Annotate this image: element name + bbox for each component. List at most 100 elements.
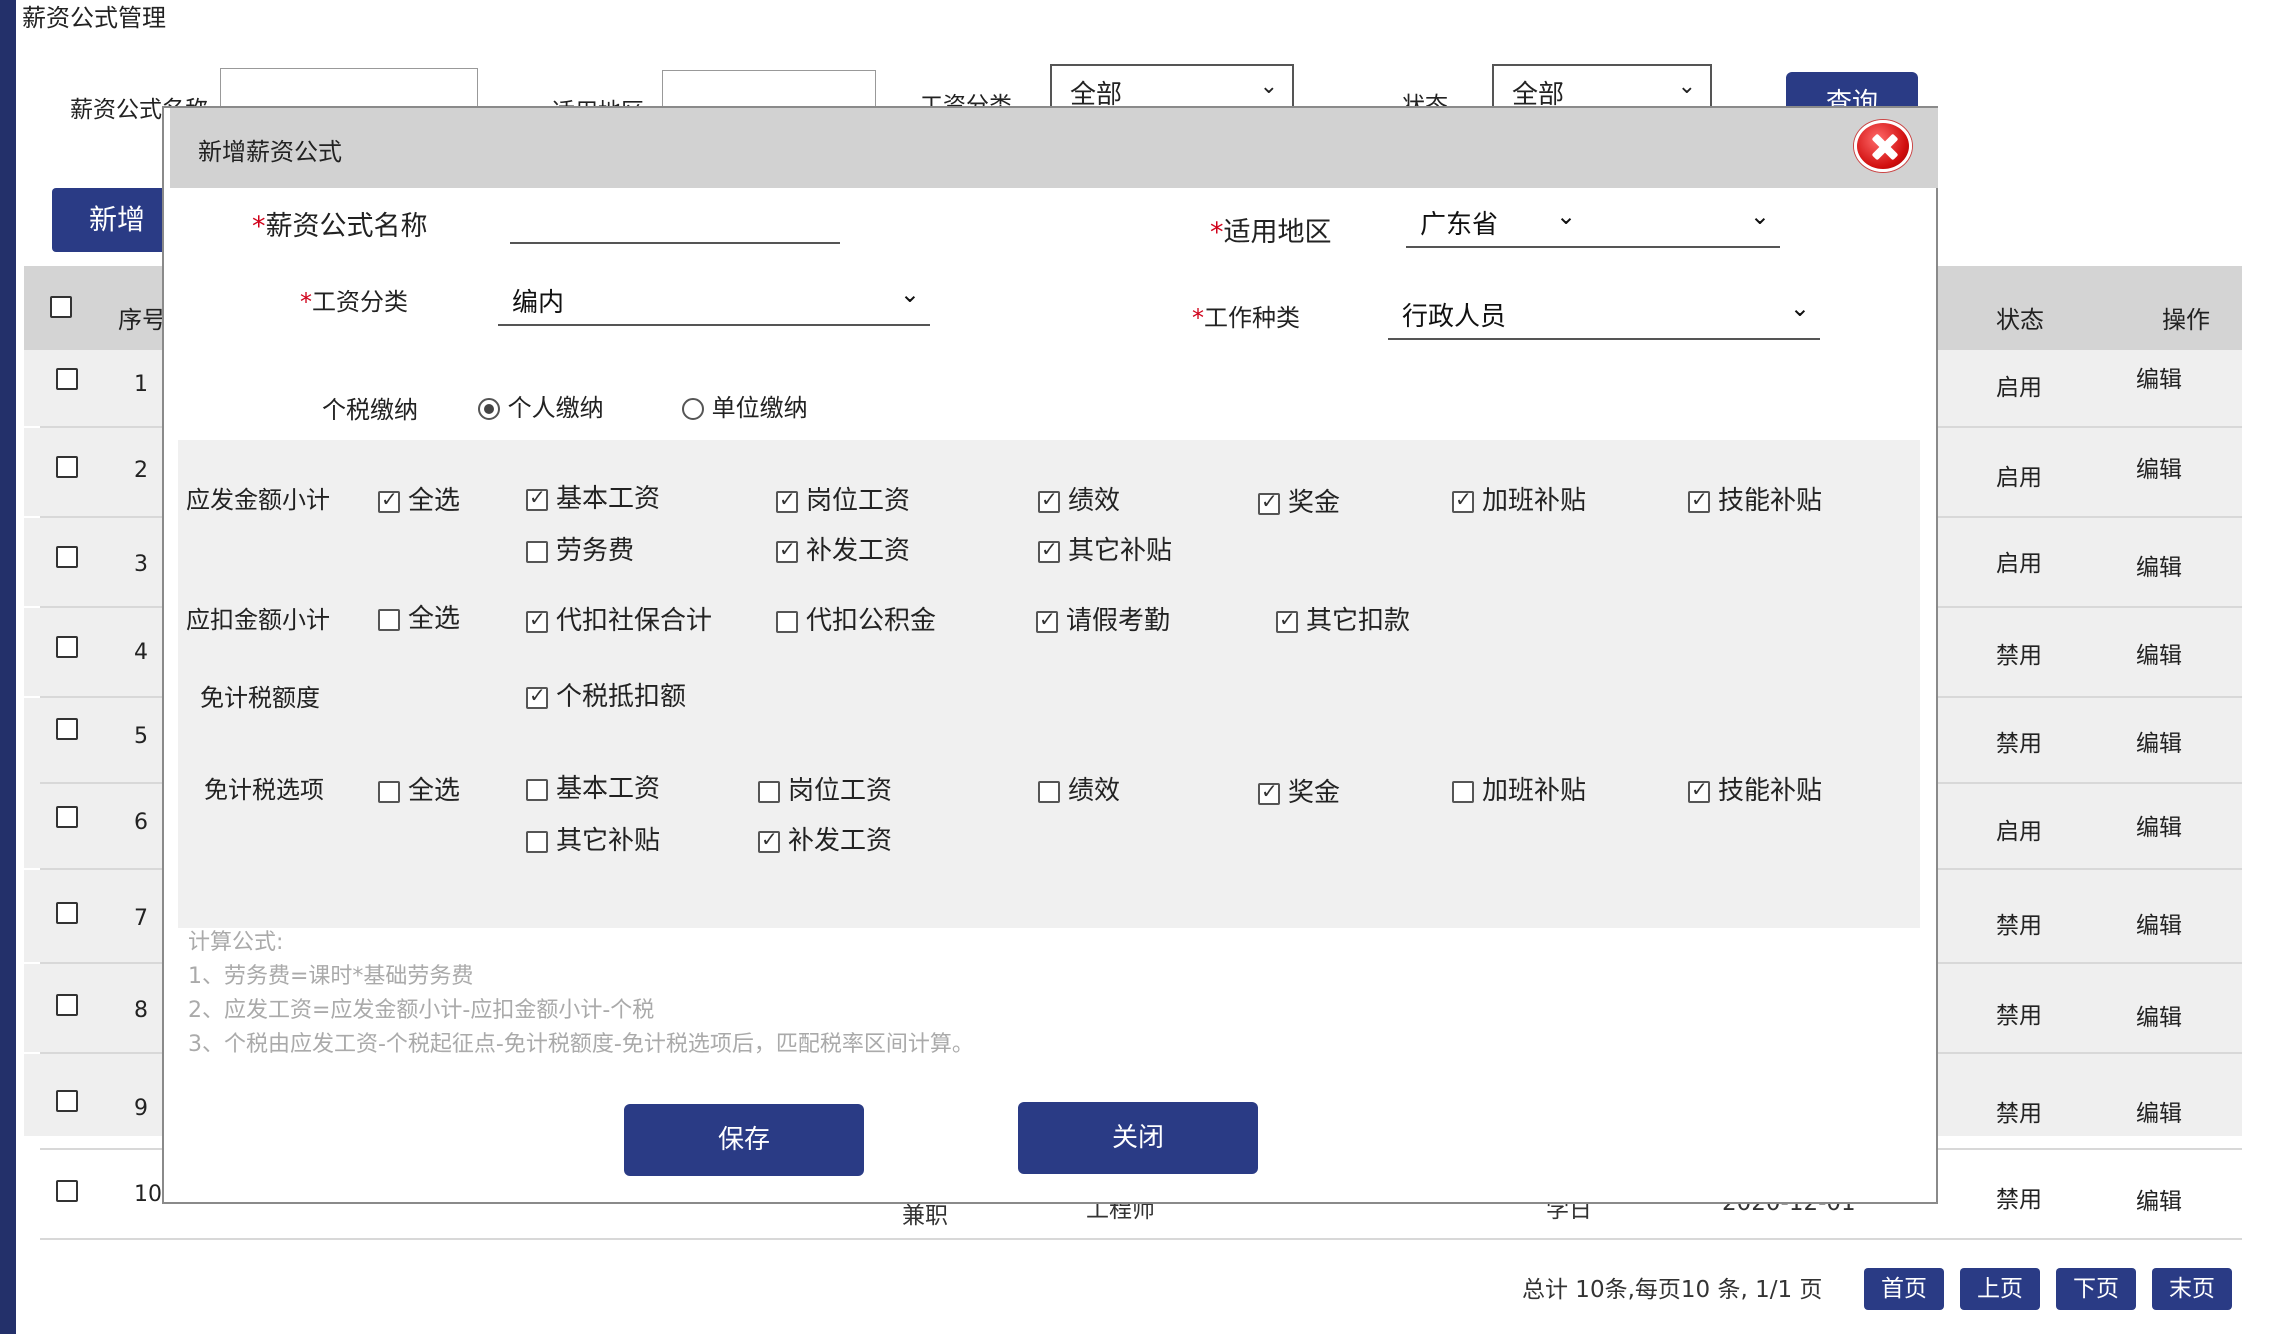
exempt-select-all[interactable]: 全选 xyxy=(378,770,460,807)
checkbox-label: 补发工资 xyxy=(788,826,893,856)
row-status: 禁用 xyxy=(1996,1101,2042,1127)
column-header-seq: 序号 xyxy=(118,306,166,334)
tax-label: 个税缴纳 xyxy=(322,396,418,424)
payable-overtime[interactable]: 加班补贴 xyxy=(1452,480,1586,517)
edit-link[interactable]: 编辑 xyxy=(2136,636,2182,670)
edit-link[interactable]: 编辑 xyxy=(2136,360,2182,394)
region-label-text: 适用地区 xyxy=(1223,217,1332,248)
payable-performance[interactable]: 绩效 xyxy=(1038,480,1120,517)
exempt-other-allowance[interactable]: 其它补贴 xyxy=(526,820,660,857)
exempt-skill[interactable]: 技能补贴 xyxy=(1688,770,1822,807)
exempt-base-salary[interactable]: 基本工资 xyxy=(526,768,660,805)
first-page-button[interactable]: 首页 xyxy=(1864,1268,1944,1310)
checkbox-unchecked-icon xyxy=(378,780,400,803)
checkbox-label: 其它补贴 xyxy=(556,826,661,856)
payable-position-salary[interactable]: 岗位工资 xyxy=(776,480,910,517)
deduct-leave[interactable]: 请假考勤 xyxy=(1036,600,1170,637)
next-page-button[interactable]: 下页 xyxy=(2056,1268,2136,1310)
edit-link[interactable]: 编辑 xyxy=(2136,1094,2182,1128)
chevron-down-icon: ⌄ xyxy=(899,280,920,308)
page-title: 薪资公式管理 xyxy=(22,4,166,32)
row-status: 启用 xyxy=(1996,465,2042,491)
row-number: 7 xyxy=(134,906,148,931)
row-status: 禁用 xyxy=(1996,731,2042,757)
checkbox-checked-icon xyxy=(1258,489,1280,515)
exempt-overtime[interactable]: 加班补贴 xyxy=(1452,770,1586,807)
edit-link[interactable]: 编辑 xyxy=(2136,450,2182,484)
checkbox-unchecked-icon xyxy=(1038,780,1060,803)
tax-option-label: 单位缴纳 xyxy=(711,394,808,422)
row-checkbox[interactable] xyxy=(56,902,78,924)
checkbox-label: 补发工资 xyxy=(806,536,911,566)
radio-selected-icon xyxy=(478,398,500,420)
row-checkbox[interactable] xyxy=(56,636,78,658)
row-number: 4 xyxy=(134,640,148,665)
edit-link[interactable]: 编辑 xyxy=(2136,724,2182,758)
category-value: 编内 xyxy=(512,288,565,318)
exempt-tax-deduction[interactable]: 个税抵扣额 xyxy=(526,676,686,713)
left-edge-strip xyxy=(0,0,16,1334)
row-checkbox[interactable] xyxy=(56,1090,78,1112)
row-checkbox[interactable] xyxy=(56,806,78,828)
payable-other-allowance[interactable]: 其它补贴 xyxy=(1038,530,1172,567)
pagination-info: 总计 10条,每页10 条, 1/1 页 xyxy=(1522,1277,1823,1303)
payable-back-pay[interactable]: 补发工资 xyxy=(776,530,910,567)
checkbox-label: 请假考勤 xyxy=(1066,606,1171,636)
row-checkbox[interactable] xyxy=(56,546,78,568)
last-page-button[interactable]: 末页 xyxy=(2152,1268,2232,1310)
payable-base-salary[interactable]: 基本工资 xyxy=(526,478,660,515)
region-select[interactable]: 广东省 ⌄ ⌄ xyxy=(1406,196,1780,248)
payable-labor-fee[interactable]: 劳务费 xyxy=(526,530,634,567)
row-status: 启用 xyxy=(1996,551,2042,577)
category-label-text: 工资分类 xyxy=(312,288,408,316)
formula-name-label-text: 薪资公式名称 xyxy=(265,211,428,242)
checkbox-label: 全选 xyxy=(408,486,461,516)
close-icon[interactable] xyxy=(1854,120,1912,172)
tax-option-personal[interactable]: 个人缴纳 xyxy=(478,388,604,423)
exempt-position-salary[interactable]: 岗位工资 xyxy=(758,770,892,807)
tax-option-company[interactable]: 单位缴纳 xyxy=(682,388,808,423)
checkbox-unchecked-icon xyxy=(526,778,548,801)
checkbox-unchecked-icon xyxy=(526,830,548,853)
job-type-select[interactable]: 行政人员 ⌄ xyxy=(1388,288,1820,340)
checkbox-checked-icon xyxy=(1688,487,1710,513)
row-checkbox[interactable] xyxy=(56,456,78,478)
row-status: 禁用 xyxy=(1996,913,2042,939)
edit-link[interactable]: 编辑 xyxy=(2136,1182,2182,1216)
row-checkbox[interactable] xyxy=(56,1180,78,1202)
checkbox-label: 技能补贴 xyxy=(1718,486,1823,516)
payable-select-all[interactable]: 全选 xyxy=(378,480,460,517)
checkbox-label: 岗位工资 xyxy=(806,486,911,516)
save-button[interactable]: 保存 xyxy=(624,1104,864,1176)
edit-link[interactable]: 编辑 xyxy=(2136,808,2182,842)
exempt-bonus[interactable]: 奖金 xyxy=(1258,772,1340,809)
filter-name-input[interactable] xyxy=(220,68,478,110)
row-divider xyxy=(40,1238,2242,1240)
exempt-performance[interactable]: 绩效 xyxy=(1038,770,1120,807)
chevron-down-icon: ⌄ xyxy=(1556,202,1577,230)
select-all-checkbox[interactable] xyxy=(50,296,72,318)
row-checkbox[interactable] xyxy=(56,994,78,1016)
checkbox-checked-icon xyxy=(526,607,548,633)
category-select[interactable]: 编内 ⌄ xyxy=(498,274,930,326)
close-button[interactable]: 关闭 xyxy=(1018,1102,1258,1174)
row-checkbox[interactable] xyxy=(56,368,78,390)
deduct-other[interactable]: 其它扣款 xyxy=(1276,600,1410,637)
edit-link[interactable]: 编辑 xyxy=(2136,906,2182,940)
formula-name-input[interactable] xyxy=(510,200,840,244)
options-panel: 应发金额小计 全选 基本工资 岗位工资 绩效 奖金 加班补贴 技能补贴 劳务费 … xyxy=(178,440,1920,928)
edit-link[interactable]: 编辑 xyxy=(2136,998,2182,1032)
payable-bonus[interactable]: 奖金 xyxy=(1258,482,1340,519)
deduct-housing-fund[interactable]: 代扣公积金 xyxy=(776,600,936,637)
exempt-back-pay[interactable]: 补发工资 xyxy=(758,820,892,857)
prev-page-button[interactable]: 上页 xyxy=(1960,1268,2040,1310)
payable-skill[interactable]: 技能补贴 xyxy=(1688,480,1822,517)
deduct-select-all[interactable]: 全选 xyxy=(378,598,460,635)
checkbox-label: 绩效 xyxy=(1068,486,1121,516)
row-checkbox[interactable] xyxy=(56,718,78,740)
edit-link[interactable]: 编辑 xyxy=(2136,548,2182,582)
modal-title: 新增薪资公式 xyxy=(198,138,342,166)
deduct-social-security[interactable]: 代扣社保合计 xyxy=(526,600,712,637)
checkbox-checked-icon xyxy=(776,537,798,563)
job-type-label: *工作种类 xyxy=(1192,298,1300,333)
